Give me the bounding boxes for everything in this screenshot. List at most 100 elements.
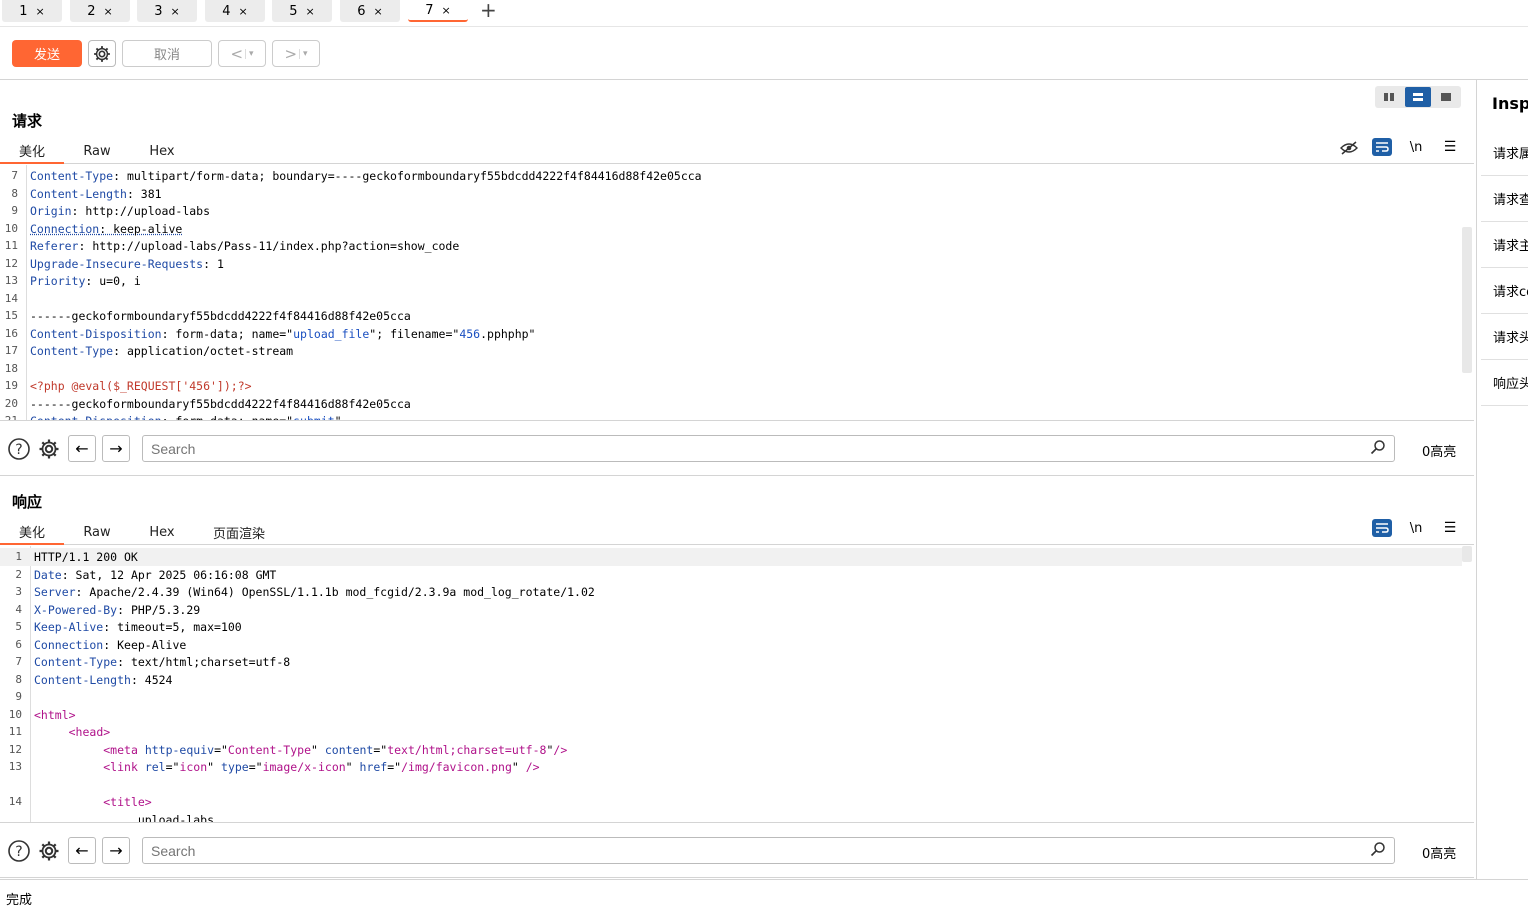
search-icon: [1370, 439, 1386, 459]
request-scrollbar[interactable]: [1462, 227, 1472, 373]
arrow-right-icon: →: [109, 439, 123, 458]
tab-pretty[interactable]: 美化: [0, 138, 64, 164]
tab-7[interactable]: 7 ×: [408, 0, 468, 22]
tab-4[interactable]: 4 ×: [205, 0, 265, 22]
arrow-right-icon: →: [109, 841, 123, 860]
code-line: 10 <html>: [8, 707, 76, 722]
svg-text:?: ?: [15, 844, 22, 860]
cancel-button[interactable]: 取消: [122, 40, 212, 67]
dropdown-icon[interactable]: ▾: [299, 48, 308, 59]
response-scrollbar[interactable]: [1462, 546, 1472, 562]
request-editor[interactable]: 7 Content-Type: multipart/form-data; boun…: [0, 165, 1474, 420]
close-icon[interactable]: ×: [239, 5, 248, 18]
tab-1[interactable]: 1 ×: [2, 0, 62, 22]
tab-raw[interactable]: Raw: [72, 519, 122, 545]
inspector-item[interactable]: 请求主: [1481, 222, 1528, 268]
tab-label: 6: [357, 3, 366, 19]
code-line: 1 HTTP/1.1 200 OK: [0, 548, 1462, 566]
inspector-item[interactable]: 请求co: [1481, 268, 1528, 314]
layout-side-by-side-button[interactable]: [1376, 87, 1402, 107]
code-line: 21Content-Disposition: form-data; name="…: [0, 412, 1462, 420]
tab-hex[interactable]: Hex: [138, 138, 186, 164]
code-line: 11 Referer: http://upload-labs/Pass-11/in…: [4, 238, 460, 253]
request-view-tabs: 美化 Raw Hex \n ☰: [0, 138, 1474, 164]
code-line: 15 ------geckoformboundaryf55bdcdd4222f4f…: [4, 308, 411, 323]
add-tab-icon[interactable]: +: [480, 0, 497, 20]
inspector-item[interactable]: 请求属: [1481, 130, 1528, 176]
close-icon[interactable]: ×: [306, 5, 315, 18]
wrap-icon: [1376, 523, 1389, 533]
wrap-toggle-button[interactable]: [1372, 138, 1392, 156]
code-line: 11 <head>: [8, 724, 111, 739]
tab-label: 4: [222, 3, 231, 19]
rows-icon: [1413, 93, 1423, 101]
inspector-item[interactable]: 响应头: [1481, 360, 1528, 406]
previous-match-button[interactable]: ←: [68, 435, 96, 462]
wrap-toggle-button[interactable]: [1372, 519, 1392, 537]
search-input[interactable]: [142, 837, 1395, 864]
inspector-title: Inspe: [1492, 94, 1528, 113]
inspector-item[interactable]: 请求头: [1481, 314, 1528, 360]
close-icon[interactable]: ×: [171, 5, 180, 18]
gear-icon: [94, 45, 110, 62]
code-line: 8 Content-Length: 4524: [15, 672, 173, 687]
next-match-button[interactable]: →: [102, 435, 130, 462]
menu-icon[interactable]: ☰: [1440, 519, 1460, 537]
gear-icon[interactable]: [36, 436, 62, 462]
code-line: 6 Connection: Keep-Alive: [15, 637, 187, 652]
response-view-tabs: 美化 Raw Hex 页面渲染 \n ☰: [0, 519, 1474, 545]
tab-5[interactable]: 5 ×: [272, 0, 332, 22]
inspector-panel: Inspe 请求属 请求查 请求主 请求co 请求头 响应头: [1476, 80, 1528, 880]
previous-match-button[interactable]: ←: [68, 837, 96, 864]
gear-icon[interactable]: [36, 838, 62, 864]
close-icon[interactable]: ×: [104, 5, 113, 18]
newline-icon[interactable]: \n: [1406, 138, 1426, 156]
help-icon[interactable]: ?: [6, 838, 32, 864]
tab-6[interactable]: 6 ×: [340, 0, 400, 22]
search-input[interactable]: [142, 435, 1395, 462]
status-text: 完成: [6, 893, 33, 908]
close-icon[interactable]: ×: [442, 4, 451, 17]
code-line: 7 Content-Type: multipart/form-data; boun…: [11, 168, 702, 183]
tab-hex[interactable]: Hex: [138, 519, 186, 545]
close-icon[interactable]: ×: [374, 5, 383, 18]
next-match-button[interactable]: →: [102, 837, 130, 864]
settings-button[interactable]: [88, 40, 116, 67]
code-line: 5 Keep-Alive: timeout=5, max=100: [15, 619, 242, 634]
svg-text:?: ?: [15, 442, 22, 458]
tab-pretty[interactable]: 美化: [0, 519, 64, 545]
code-line: 9 Origin: http://upload-labs: [11, 203, 211, 218]
dropdown-icon[interactable]: ▾: [245, 48, 254, 59]
code-line: 3 Server: Apache/2.4.39 (Win64) OpenSSL/1…: [15, 584, 595, 599]
code-line: 20 ------geckoformboundaryf55bdcdd4222f4f…: [4, 396, 411, 411]
chevron-right-icon: >: [284, 44, 298, 63]
code-line: 12 <meta http-equiv="Content-Type" conte…: [8, 742, 568, 757]
code-line: upload-labs: [34, 812, 215, 822]
layout-single-button[interactable]: [1433, 87, 1459, 107]
hide-icon[interactable]: [1339, 139, 1359, 157]
tab-3[interactable]: 3 ×: [137, 0, 197, 22]
response-editor[interactable]: 1 HTTP/1.1 200 OK 2 Date: Sat, 12 Apr 2025…: [0, 546, 1474, 822]
tab-render[interactable]: 页面渲染: [204, 519, 274, 545]
code-line: 9: [15, 690, 22, 704]
send-button[interactable]: 发送: [12, 40, 82, 67]
tab-label: 1: [19, 3, 28, 19]
newline-icon[interactable]: \n: [1406, 519, 1426, 537]
tab-label: 5: [289, 3, 298, 19]
tab-label: 7: [425, 2, 434, 18]
menu-icon[interactable]: ☰: [1440, 138, 1460, 156]
layout-stacked-button[interactable]: [1405, 87, 1431, 107]
code-line: 12 Upgrade-Insecure-Requests: 1: [4, 256, 224, 271]
back-button[interactable]: < ▾: [218, 40, 266, 67]
forward-button[interactable]: > ▾: [272, 40, 320, 67]
code-line: 13 <link rel="icon" type="image/x-icon" …: [8, 759, 540, 774]
code-line: 14: [4, 292, 18, 306]
tab-raw[interactable]: Raw: [72, 138, 122, 164]
highlight-count: 0高亮: [1422, 445, 1457, 460]
help-icon[interactable]: ?: [6, 436, 32, 462]
close-icon[interactable]: ×: [36, 5, 45, 18]
code-line: 16 Content-Disposition: form-data; name="…: [4, 326, 536, 341]
request-toolbar: 发送 取消 < ▾ > ▾: [0, 28, 1528, 80]
inspector-item[interactable]: 请求查: [1481, 176, 1528, 222]
tab-2[interactable]: 2 ×: [70, 0, 130, 22]
